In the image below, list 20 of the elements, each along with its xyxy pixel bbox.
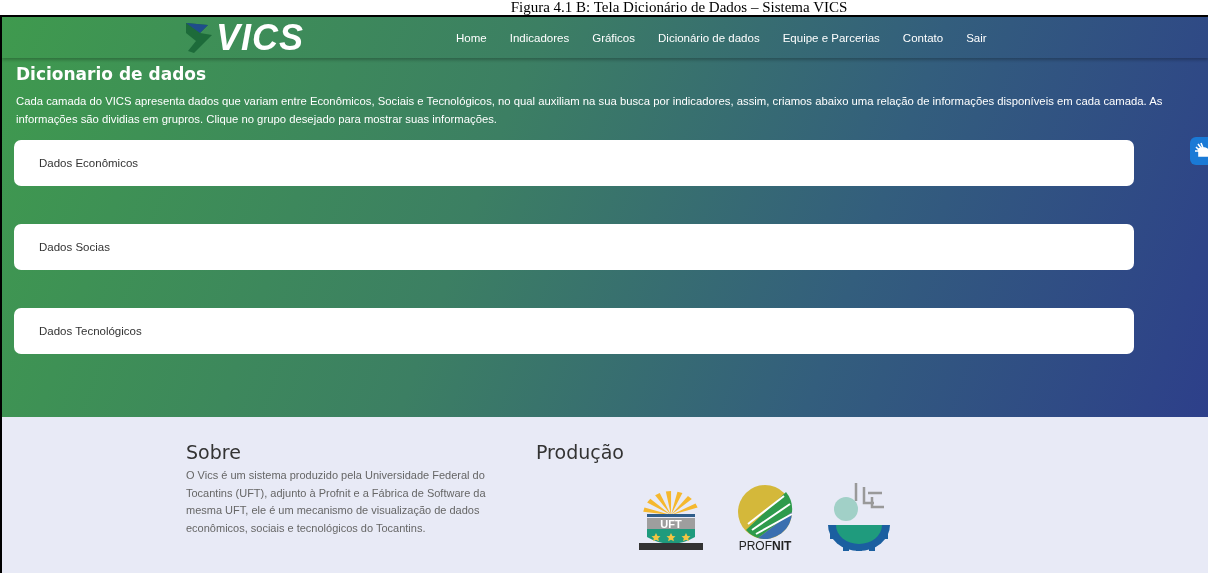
nav-link[interactable]: Gráficos bbox=[592, 31, 635, 44]
accordion-item[interactable]: Dados Socias bbox=[14, 224, 1134, 270]
about-paragraph: O Vics é um sistema produzido pela Universidade Federal do Tocantins (UFT), adjunto à Profnit e a Fábrica de Software da mesma UFT, ele é um mecanismo de visualização de dados econômicos, sociais e tecnológicos do Tocantins. bbox=[186, 468, 487, 536]
page-description: Cada camada do VICS apresenta dados que variam entre Econômicos, Sociais e Tecnológicos, no qual auxiliam na sua busca por indicadores, assim, criamos abaixo uma relação de informações disponíveis em cada camada. As informações são dividias em grupros. Clique no grupo desejado para mostrar suas informações. bbox=[16, 94, 1164, 127]
nav-link[interactable]: Dicionário de dados bbox=[658, 31, 760, 44]
accordion-item[interactable]: Dados Econômicos bbox=[14, 140, 1134, 186]
globe-logo-icon bbox=[736, 484, 794, 540]
section-heading: Sobre bbox=[186, 441, 242, 463]
page-title: Dicionario de dados bbox=[16, 64, 208, 84]
accordion-item[interactable]: Dados Tecnológicos bbox=[14, 308, 1134, 354]
nav-link[interactable]: Contato bbox=[902, 31, 944, 44]
nav-link[interactable]: Equipe e Parcerias bbox=[782, 31, 880, 44]
logo-wordmark: PROFNIT bbox=[738, 540, 792, 553]
figure-caption: Figura 4.1 B: Tela Dicionário de Dados – Sistema VICS bbox=[510, 0, 848, 15]
nav-link[interactable]: Sair bbox=[966, 31, 987, 44]
nav-link[interactable]: Home bbox=[456, 31, 487, 44]
nav-link[interactable]: Indicadores bbox=[509, 31, 570, 44]
university-logo: UFT bbox=[636, 487, 706, 553]
section-heading: Produção bbox=[536, 441, 625, 463]
app-logo-text: VICS bbox=[216, 17, 305, 58]
